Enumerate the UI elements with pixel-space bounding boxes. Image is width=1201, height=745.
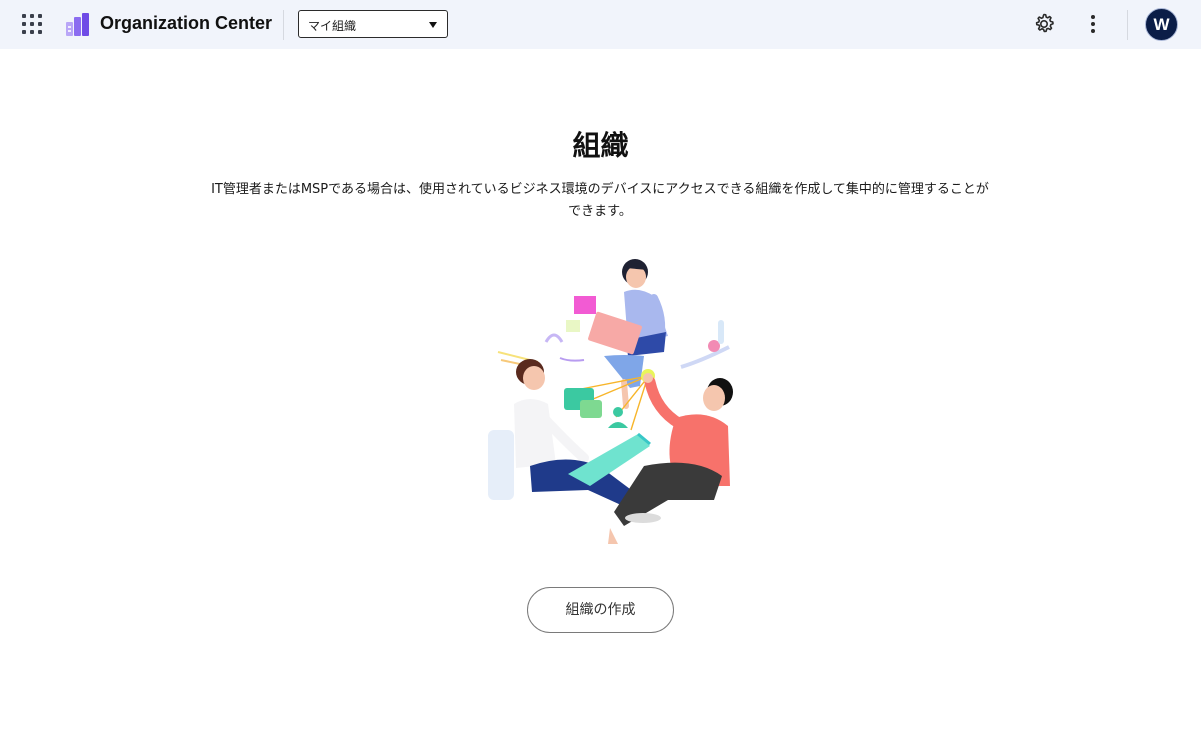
apps-grid-icon[interactable] xyxy=(22,14,43,35)
team-collaboration-illustration xyxy=(488,259,733,544)
header-divider-right xyxy=(1127,10,1128,40)
gear-icon[interactable] xyxy=(1032,12,1056,36)
header-divider xyxy=(283,10,284,40)
page-description: IT管理者またはMSPである場合は、使用されているビジネス環境のデバイスにアクセ… xyxy=(211,182,989,219)
more-vertical-icon[interactable] xyxy=(1083,12,1103,36)
app-title: Organization Center xyxy=(100,13,273,33)
top-bar: Organization Center マイ組織 W xyxy=(0,0,1201,49)
caret-down-icon xyxy=(429,22,437,28)
create-organization-button[interactable]: 組織の作成 xyxy=(527,587,674,633)
user-avatar[interactable]: W xyxy=(1145,8,1178,41)
organization-selector-value: マイ組織 xyxy=(308,19,357,33)
organization-selector[interactable]: マイ組織 xyxy=(298,10,448,38)
page-title: 組織 xyxy=(572,129,629,162)
organization-center-logo xyxy=(66,13,89,36)
